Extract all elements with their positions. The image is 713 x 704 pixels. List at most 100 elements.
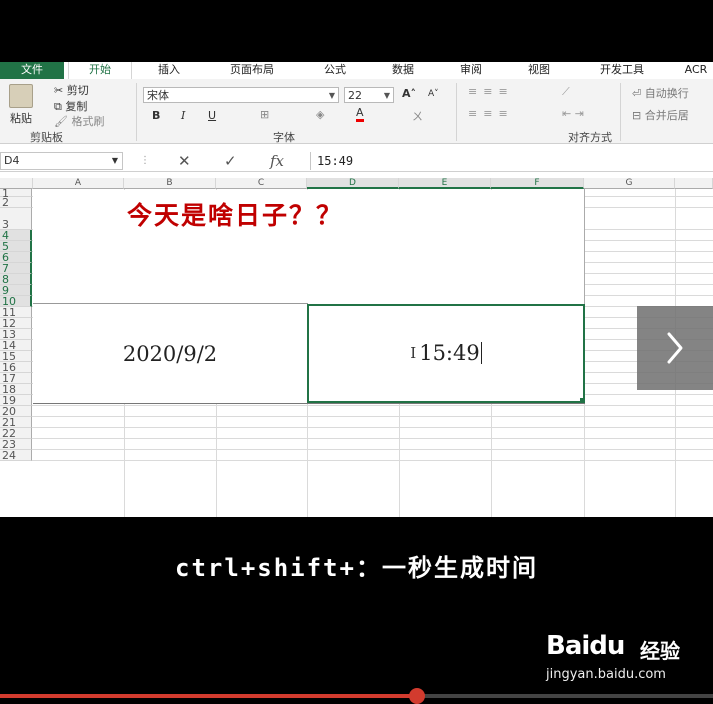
tab-formulas[interactable]: 公式 (308, 62, 362, 79)
bold-button[interactable]: B (152, 109, 160, 122)
format-painter-button[interactable]: 🖌 格式刷 (54, 113, 104, 129)
formula-input[interactable]: 15:49 (310, 152, 713, 170)
baidu-logo: Baidu (546, 631, 625, 661)
orientation-button[interactable]: ⟋ (562, 85, 570, 99)
more-icon: ⋮ (140, 155, 150, 166)
progress-fill (0, 694, 418, 698)
merged-border (33, 403, 585, 404)
row-gridline (32, 427, 713, 428)
shrink-font-icon: A (428, 89, 435, 99)
chevron-right-icon (667, 332, 683, 364)
cell-reference: D4 (4, 154, 20, 167)
merge-icon: ⊟ (632, 109, 642, 122)
row-header-2[interactable]: 2 (0, 197, 32, 208)
row-header-24[interactable]: 24 (0, 450, 32, 461)
phonetic-button[interactable]: ㄨ (412, 108, 423, 124)
font-group-label: 字体 (273, 131, 295, 144)
baidu-jingyan-watermark: Baidu 经验 jingyan.baidu.com (546, 625, 706, 685)
column-header-g[interactable]: G (584, 178, 675, 189)
font-name-value: 宋体 (147, 89, 169, 102)
vertical-align-buttons[interactable]: ≡≡≡ (468, 85, 514, 98)
indent-icon: ⇤ ⇥ (562, 107, 584, 120)
horizontal-align-buttons[interactable]: ≡≡≡ (468, 107, 514, 120)
enter-icon[interactable]: ✓ (224, 151, 237, 171)
borders-button[interactable]: ⊞ (260, 108, 269, 121)
tab-developer[interactable]: 开发工具 (582, 62, 662, 79)
italic-button[interactable]: I (181, 109, 185, 122)
font-size-select[interactable]: 22 ▼ (344, 87, 394, 103)
wrap-text-label: 自动换行 (644, 87, 689, 100)
tab-review[interactable]: 审阅 (442, 62, 500, 79)
brush-icon: 🖌 (54, 115, 68, 128)
tab-file[interactable]: 文件 (0, 62, 64, 79)
chevron-down-icon: ▼ (111, 156, 118, 165)
video-progress-bar[interactable] (0, 688, 713, 704)
column-header-f[interactable]: F (491, 178, 584, 189)
clipboard-icon (9, 84, 33, 108)
text-caret (480, 342, 482, 364)
font-color-icon: A (356, 106, 364, 119)
column-header-b[interactable]: B (124, 178, 216, 189)
fill-bucket-icon: ◈ (316, 108, 325, 121)
indent-buttons[interactable]: ⇤ ⇥ (562, 107, 584, 120)
column-header-e[interactable]: E (399, 178, 491, 189)
formula-bar: D4 ▼ ⋮ ✕ ✓ fx 15:49 (0, 151, 713, 172)
fill-color-button[interactable]: ◈ (316, 108, 324, 121)
grow-font-icon: A (402, 87, 411, 100)
text-cursor-icon: I (410, 344, 417, 362)
chevron-down-icon: ▼ (328, 91, 335, 100)
ribbon: 粘贴 ✂ 剪切 ⧉ 复制 🖌 格式刷 剪贴板 宋体 ▼ 22 ▼ A˄ A˅ B I… (0, 79, 713, 144)
tab-acrobat[interactable]: ACR (676, 62, 713, 79)
copy-button[interactable]: ⧉ 复制 (54, 98, 87, 114)
column-header-blank (675, 178, 713, 189)
fill-handle[interactable] (580, 398, 585, 403)
next-slide-button[interactable] (637, 306, 713, 390)
progress-knob[interactable] (409, 688, 426, 704)
column-header-d[interactable]: D (307, 178, 399, 189)
watermark-url: jingyan.baidu.com (546, 667, 666, 682)
cancel-icon[interactable]: ✕ (178, 151, 191, 171)
borders-icon: ⊞ (260, 108, 270, 121)
column-header-c[interactable]: C (216, 178, 307, 189)
ribbon-tabs: 文件 开始 插入 页面布局 公式 数据 审阅 视图 开发工具 ACR (0, 62, 713, 81)
alignment-group-label: 对齐方式 (568, 131, 612, 144)
name-box[interactable]: D4 ▼ (0, 152, 123, 170)
paste-label: 粘贴 (10, 112, 32, 125)
tab-insert[interactable]: 插入 (140, 62, 198, 79)
format-painter-label: 格式刷 (71, 115, 105, 128)
scissors-icon: ✂ (54, 84, 64, 97)
watermark-label: 经验 (640, 639, 680, 663)
align-top-icon: ≡ (468, 85, 484, 98)
paste-button[interactable]: 粘贴 (6, 82, 36, 126)
cut-button[interactable]: ✂ 剪切 (54, 82, 89, 98)
align-right-icon: ≡ (498, 107, 514, 120)
underline-button[interactable]: U (208, 109, 216, 122)
date-cell[interactable]: 2020/9/2 (33, 305, 307, 403)
row-gridline (32, 438, 713, 439)
font-color-button[interactable]: A (356, 106, 364, 122)
row-gridline (32, 460, 713, 461)
copy-label: 复制 (65, 100, 88, 113)
divider (620, 83, 621, 141)
tab-view[interactable]: 视图 (510, 62, 568, 79)
align-bottom-icon: ≡ (498, 85, 514, 98)
insert-function-button[interactable]: fx (270, 151, 284, 171)
font-name-select[interactable]: 宋体 ▼ (143, 87, 339, 103)
row-gridline (32, 449, 713, 450)
worksheet-grid[interactable]: A B C D E F G 1 2 3 4 5 6 7 8 9 10 11 12 13 14 15 16 17 1… (0, 178, 713, 517)
align-middle-icon: ≡ (483, 85, 499, 98)
merge-center-button[interactable]: ⊟ 合并后居 (632, 107, 689, 123)
row-header-3[interactable]: 3 (0, 208, 32, 230)
time-cell-selected[interactable]: I 15:49 (307, 304, 585, 403)
row-gridline (32, 416, 713, 417)
align-left-icon: ≡ (468, 107, 484, 120)
grow-font-button[interactable]: A˄ (402, 87, 416, 100)
tab-page-layout[interactable]: 页面布局 (212, 62, 292, 79)
wrap-text-button[interactable]: ⏎ 自动换行 (632, 85, 689, 101)
align-center-icon: ≡ (483, 107, 499, 120)
video-caption: ctrl+shift+：一秒生成时间 (175, 554, 538, 582)
tab-data[interactable]: 数据 (374, 62, 432, 79)
title-cell[interactable]: 今天是啥日子？？ (33, 190, 584, 242)
shrink-font-button[interactable]: A˅ (428, 89, 439, 99)
column-header-a[interactable]: A (33, 178, 124, 189)
